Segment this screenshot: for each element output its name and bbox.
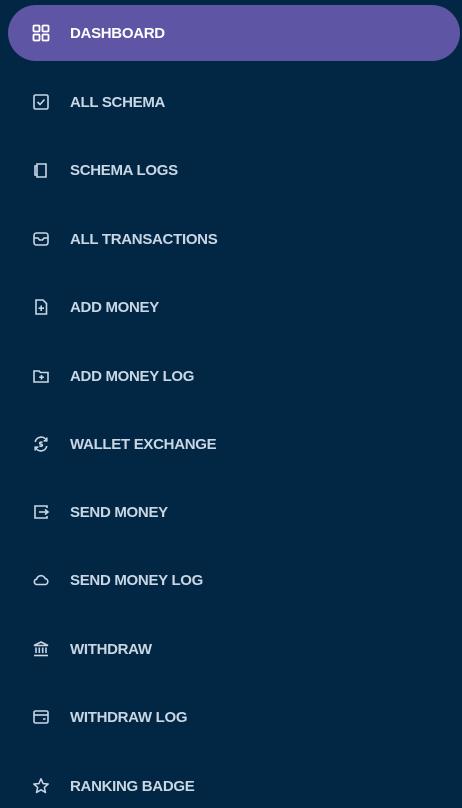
- exchange-cycle-icon: [32, 435, 50, 453]
- sidebar-item-label: SEND MONEY: [70, 503, 168, 521]
- folder-plus-icon: [32, 367, 50, 385]
- document-copy-icon: [32, 161, 50, 179]
- file-plus-icon: [32, 298, 50, 316]
- bank-icon: [32, 640, 50, 658]
- cloud-icon: [32, 571, 50, 589]
- sidebar-item-label: SCHEMA LOGS: [70, 161, 178, 179]
- sidebar-item-add-money-log[interactable]: ADD MONEY LOG: [8, 348, 460, 404]
- sidebar-item-ranking-badge[interactable]: RANKING BADGE: [8, 758, 460, 808]
- inbox-icon: [32, 230, 50, 248]
- sidebar-item-withdraw-log[interactable]: WITHDRAW LOG: [8, 689, 460, 745]
- sidebar-item-all-transactions[interactable]: ALL TRANSACTIONS: [8, 211, 460, 267]
- dashboard-grid-icon: [32, 24, 50, 42]
- sidebar-item-wallet-exchange[interactable]: WALLET EXCHANGE: [8, 416, 460, 472]
- wallet-card-icon: [32, 708, 50, 726]
- sidebar-item-label: WALLET EXCHANGE: [70, 435, 217, 453]
- sidebar-item-label: DASHBOARD: [70, 24, 165, 42]
- star-icon: [32, 777, 50, 795]
- send-arrow-icon: [32, 503, 50, 521]
- sidebar-item-label: SEND MONEY LOG: [70, 571, 204, 589]
- sidebar-item-all-schema[interactable]: ALL SCHEMA: [8, 74, 460, 130]
- sidebar-item-send-money[interactable]: SEND MONEY: [8, 484, 460, 540]
- sidebar-item-label: WITHDRAW: [70, 640, 152, 658]
- sidebar-item-schema-logs[interactable]: SCHEMA LOGS: [8, 142, 460, 198]
- sidebar-item-label: ADD MONEY LOG: [70, 367, 195, 385]
- sidebar-item-send-money-log[interactable]: SEND MONEY LOG: [8, 552, 460, 608]
- sidebar-item-label: ALL TRANSACTIONS: [70, 230, 218, 248]
- sidebar-item-add-money[interactable]: ADD MONEY: [8, 279, 460, 335]
- sidebar-item-dashboard[interactable]: DASHBOARD: [8, 5, 460, 61]
- sidebar-item-label: ALL SCHEMA: [70, 93, 166, 111]
- sidebar-nav: DASHBOARD ALL SCHEMA SCHEMA LOGS ALL TRA…: [0, 0, 462, 808]
- sidebar-item-label: WITHDRAW LOG: [70, 708, 188, 726]
- sidebar-item-label: ADD MONEY: [70, 298, 159, 316]
- sidebar-item-label: RANKING BADGE: [70, 777, 195, 795]
- checkbox-icon: [32, 93, 50, 111]
- sidebar-item-withdraw[interactable]: WITHDRAW: [8, 621, 460, 677]
